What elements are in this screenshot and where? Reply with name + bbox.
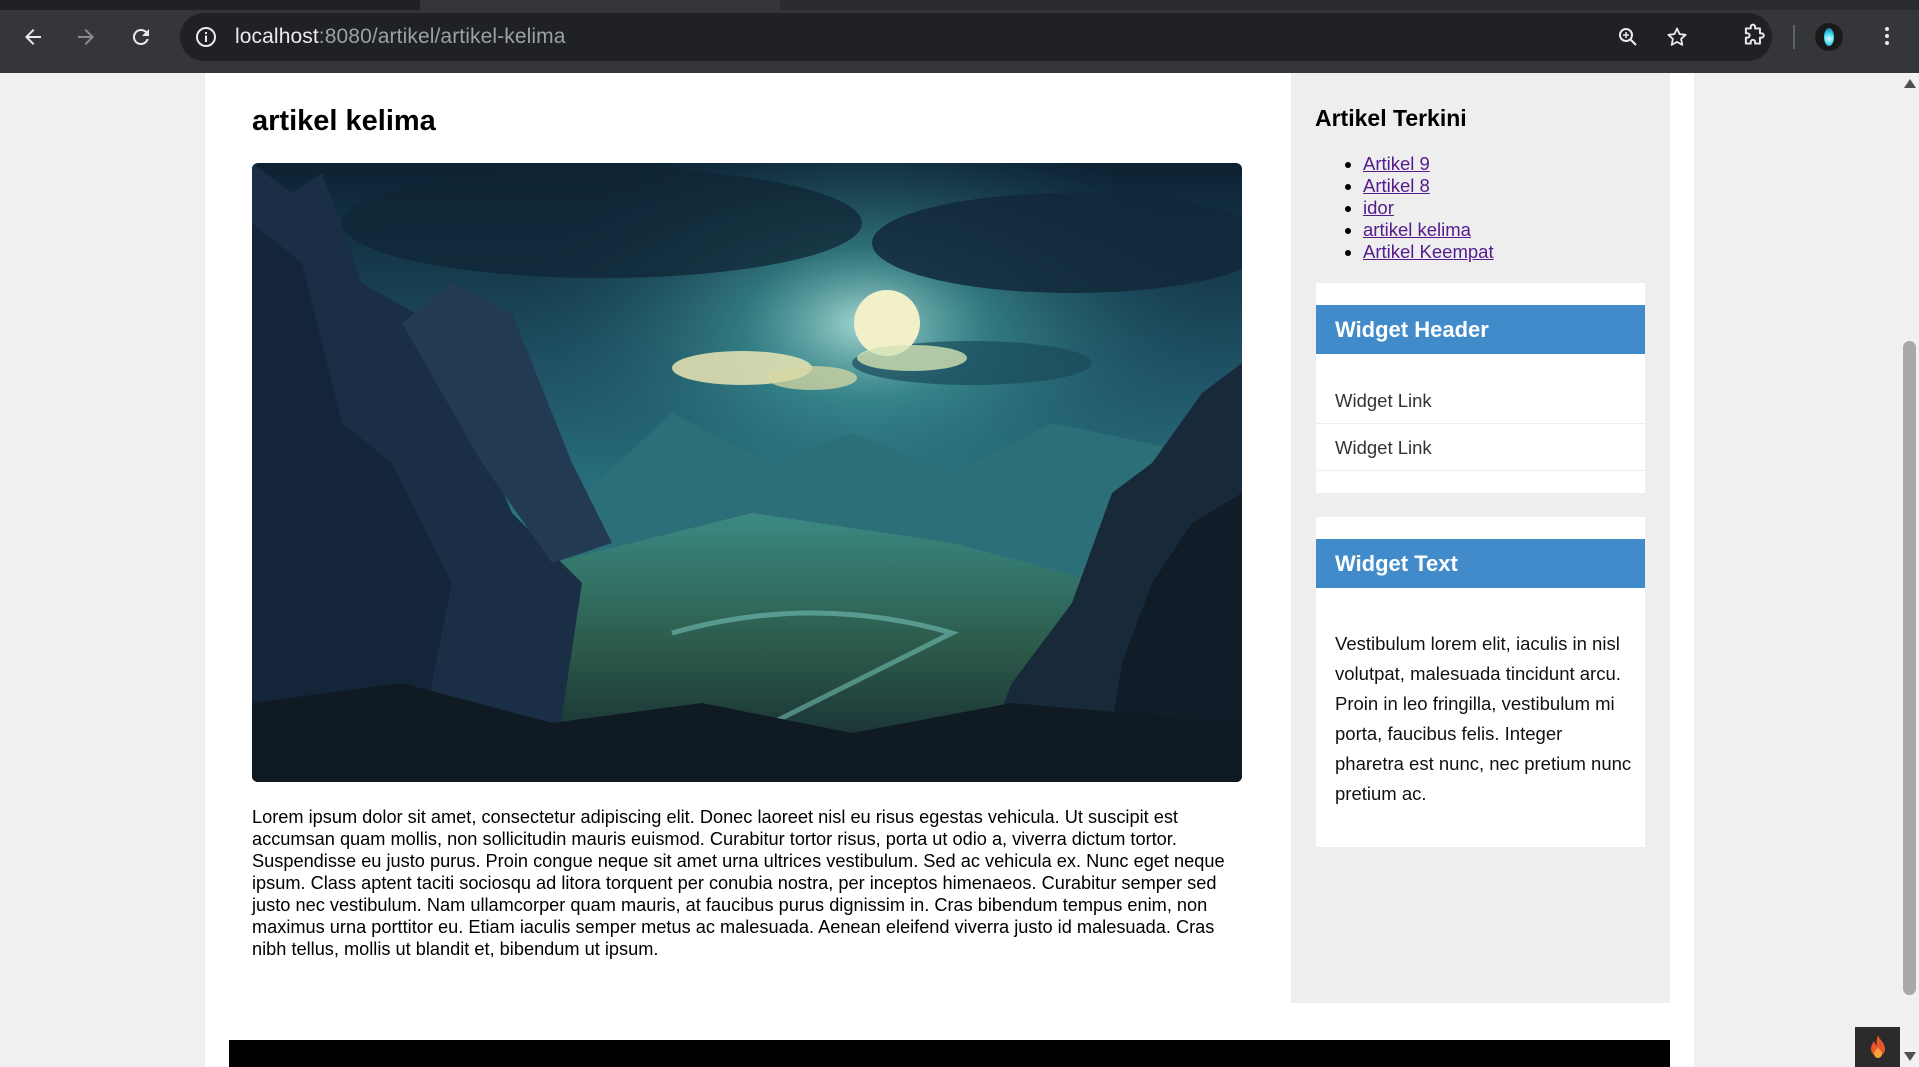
footer-bar xyxy=(229,1040,1670,1067)
tab-strip xyxy=(0,0,1919,10)
recent-article-link[interactable]: artikel kelima xyxy=(1363,219,1471,240)
recent-article-link[interactable]: Artikel 9 xyxy=(1363,153,1430,174)
list-item: artikel kelima xyxy=(1363,219,1494,241)
tab-strip-segment xyxy=(780,0,1919,10)
sidebar-title: Artikel Terkini xyxy=(1315,105,1467,131)
extensions-button[interactable] xyxy=(1740,22,1768,50)
url-path: :8080/artikel/artikel-kelima xyxy=(318,25,566,48)
fire-app-button[interactable] xyxy=(1855,1027,1900,1067)
reload-icon xyxy=(132,28,149,45)
scroll-up-arrow-icon[interactable] xyxy=(1904,79,1916,88)
list-item: Artikel Keempat xyxy=(1363,241,1494,263)
widget-link[interactable]: Widget Link xyxy=(1316,424,1645,471)
recent-articles-list: Artikel 9 Artikel 8 idor artikel kelima … xyxy=(1363,153,1494,263)
toolbar-divider xyxy=(1793,25,1795,49)
widget-text-header: Widget Text xyxy=(1316,539,1645,588)
back-button[interactable] xyxy=(17,21,49,53)
widget-text-box: Widget Text Vestibulum lorem elit, iacul… xyxy=(1316,517,1645,847)
article-title: artikel kelima xyxy=(252,105,436,137)
scroll-thumb[interactable] xyxy=(1903,341,1916,995)
recent-article-link[interactable]: idor xyxy=(1363,197,1394,218)
widget-link-list: Widget Link Widget Link xyxy=(1316,377,1645,471)
article-image xyxy=(252,163,1242,782)
list-item: Artikel 8 xyxy=(1363,175,1494,197)
widget-header: Widget Header xyxy=(1316,305,1645,354)
zoom-icon[interactable] xyxy=(1616,25,1640,49)
page-scrollbar[interactable] xyxy=(1900,73,1919,1067)
url-host: localhost xyxy=(235,25,319,48)
url-text[interactable]: localhost:8080/artikel/artikel-kelima xyxy=(235,25,566,49)
list-item: idor xyxy=(1363,197,1494,219)
reload-button[interactable] xyxy=(125,21,157,53)
recent-article-link[interactable]: Artikel Keempat xyxy=(1363,241,1494,262)
address-bar[interactable]: localhost:8080/artikel/artikel-kelima xyxy=(180,13,1772,61)
info-icon[interactable] xyxy=(194,25,218,49)
bookmark-star-icon[interactable] xyxy=(1665,25,1689,49)
extensions-icon xyxy=(1744,23,1765,45)
flame-icon xyxy=(1870,1035,1885,1058)
forward-icon xyxy=(78,29,94,45)
recent-article-link[interactable]: Artikel 8 xyxy=(1363,175,1430,196)
tab-strip-segment xyxy=(420,0,780,10)
back-icon xyxy=(25,29,41,45)
widget-text-content: Vestibulum lorem elit, iaculis in nisl v… xyxy=(1335,633,1632,804)
menu-icon xyxy=(1885,27,1889,45)
scroll-down-arrow-icon[interactable] xyxy=(1904,1052,1916,1061)
page-viewport: artikel kelima Lorem ipsum dolor sit ame… xyxy=(0,73,1900,1067)
profile-avatar[interactable] xyxy=(1815,23,1843,51)
list-item: Artikel 9 xyxy=(1363,153,1494,175)
forward-button[interactable] xyxy=(70,21,102,53)
widget-link[interactable]: Widget Link xyxy=(1316,377,1645,424)
widget-links-box: Widget Header Widget Link Widget Link xyxy=(1316,283,1645,493)
content-container: artikel kelima Lorem ipsum dolor sit ame… xyxy=(205,73,1694,1067)
sidebar: Artikel Terkini Artikel 9 Artikel 8 idor… xyxy=(1291,73,1670,1003)
landscape-image xyxy=(252,163,1242,782)
browser-toolbar: localhost:8080/artikel/artikel-kelima xyxy=(0,0,1919,73)
article-body: Lorem ipsum dolor sit amet, consectetur … xyxy=(252,807,1225,959)
menu-button[interactable] xyxy=(1873,22,1901,50)
